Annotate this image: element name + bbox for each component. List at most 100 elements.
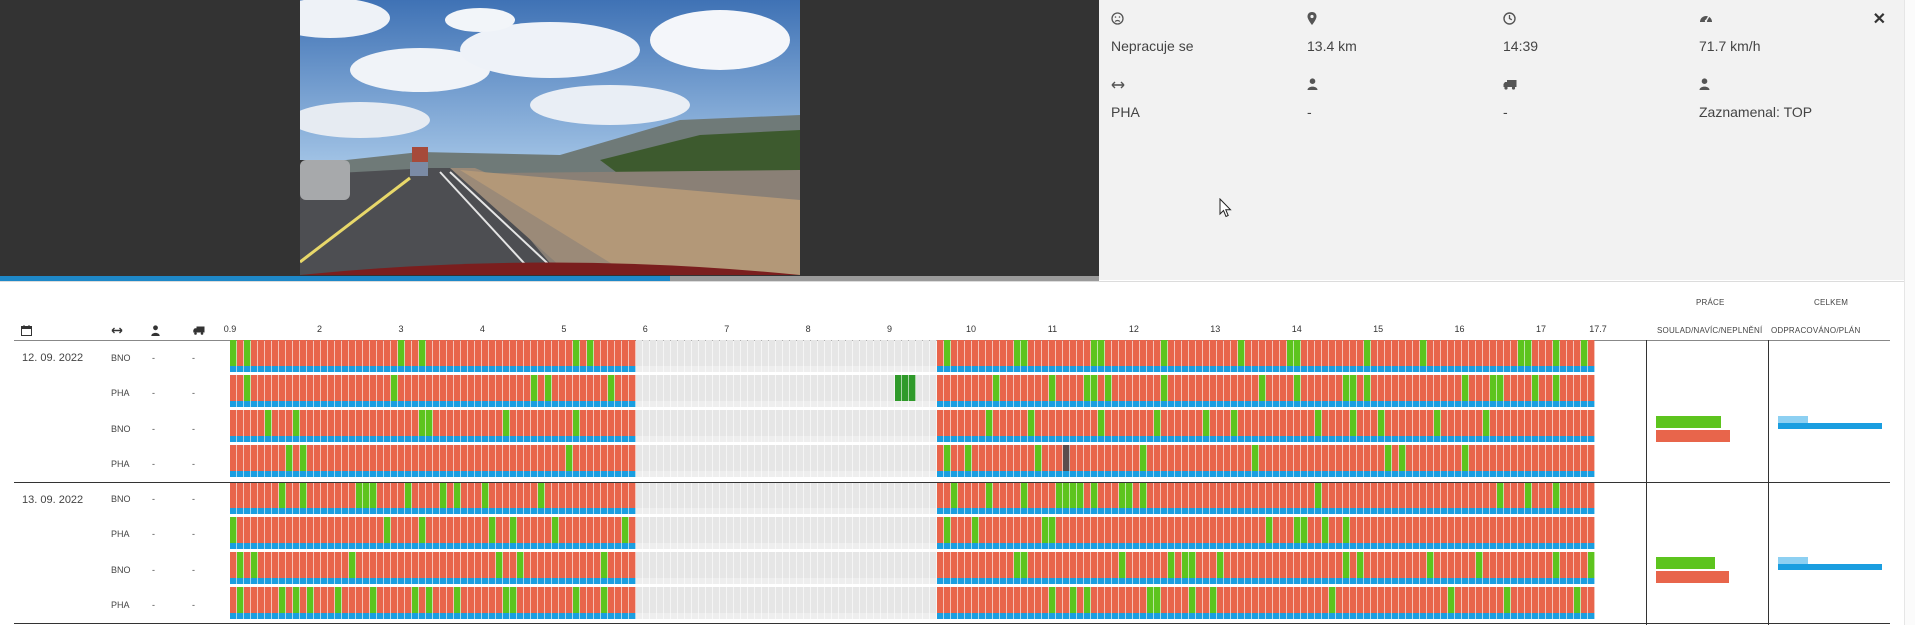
timeline-cell-base bbox=[489, 578, 496, 584]
timeline-cell bbox=[468, 410, 475, 436]
timeline-cell-base bbox=[951, 366, 958, 372]
timeline-cell-base bbox=[853, 471, 860, 477]
timeline-cell bbox=[1266, 445, 1273, 471]
timeline-cell bbox=[615, 445, 622, 471]
timeline-cell bbox=[713, 517, 720, 543]
timeline-cell-base bbox=[1168, 543, 1175, 549]
timeline-cell bbox=[363, 375, 370, 401]
timeline-cell bbox=[510, 552, 517, 578]
timeline-cell bbox=[1532, 482, 1539, 508]
timeline-cell-base bbox=[545, 366, 552, 372]
timeline-cell-base bbox=[1231, 366, 1238, 372]
timeline-cell-base bbox=[356, 401, 363, 407]
timeline-cell-base bbox=[615, 508, 622, 514]
timeline-cell bbox=[1294, 340, 1301, 366]
timeline-cell-base bbox=[881, 613, 888, 619]
timeline-cell bbox=[1070, 410, 1077, 436]
timeline-grid[interactable] bbox=[230, 340, 1598, 630]
dashcam-video[interactable] bbox=[300, 0, 800, 275]
timeline-cell bbox=[1364, 587, 1371, 613]
timeline-cell-base bbox=[1126, 366, 1133, 372]
timeline-cell-base bbox=[440, 578, 447, 584]
timeline-cell-base bbox=[1280, 471, 1287, 477]
timeline-cell bbox=[419, 552, 426, 578]
page-scrollbar[interactable] bbox=[1904, 0, 1915, 625]
timeline-cell bbox=[916, 552, 923, 578]
timeline-cell bbox=[1406, 482, 1413, 508]
timeline-cell-base bbox=[1273, 436, 1280, 442]
timeline-cell bbox=[433, 445, 440, 471]
timeline-cell bbox=[1140, 410, 1147, 436]
calendar-icon[interactable] bbox=[21, 325, 32, 339]
timeline-cell-base bbox=[671, 401, 678, 407]
timeline-cell bbox=[1245, 552, 1252, 578]
route-arrows-icon[interactable] bbox=[111, 326, 123, 338]
timeline-cell bbox=[888, 410, 895, 436]
timeline-cell-base bbox=[1028, 366, 1035, 372]
timeline-cell bbox=[846, 340, 853, 366]
close-icon[interactable]: ✕ bbox=[1873, 9, 1886, 29]
timeline-cell bbox=[734, 410, 741, 436]
timeline-cell-base bbox=[895, 578, 902, 584]
timeline-cell bbox=[769, 482, 776, 508]
timeline-cell-base bbox=[1140, 543, 1147, 549]
timeline-cell-base bbox=[1133, 471, 1140, 477]
timeline-cell-base bbox=[258, 543, 265, 549]
timeline-cell-base bbox=[790, 578, 797, 584]
timeline-cell bbox=[1476, 587, 1483, 613]
timeline-cell-base bbox=[559, 508, 566, 514]
timeline-cell bbox=[769, 445, 776, 471]
timeline-cell bbox=[650, 410, 657, 436]
timeline-cell-base bbox=[965, 578, 972, 584]
timeline-cell-base bbox=[881, 366, 888, 372]
timeline-cell-base bbox=[279, 436, 286, 442]
timeline-cell bbox=[902, 482, 909, 508]
timeline-cell bbox=[405, 517, 412, 543]
timeline-cell bbox=[1084, 445, 1091, 471]
timeline-cell bbox=[1119, 552, 1126, 578]
timeline-cell bbox=[426, 552, 433, 578]
timeline-cell bbox=[923, 445, 930, 471]
timeline-cell-base bbox=[251, 401, 258, 407]
timeline-cell bbox=[944, 445, 951, 471]
timeline-cell-base bbox=[286, 471, 293, 477]
timeline-cell bbox=[552, 587, 559, 613]
timeline-cell-base bbox=[748, 508, 755, 514]
timeline-cell-base bbox=[328, 366, 335, 372]
timeline-cell bbox=[1532, 552, 1539, 578]
timeline-cell-base bbox=[1392, 436, 1399, 442]
timeline-cell bbox=[769, 587, 776, 613]
timeline-cell-base bbox=[1343, 578, 1350, 584]
timeline-cell-base bbox=[461, 471, 468, 477]
timeline-cell bbox=[1091, 552, 1098, 578]
timeline-cell-base bbox=[748, 366, 755, 372]
timeline-cell-base bbox=[1105, 543, 1112, 549]
timeline-cell-base bbox=[832, 543, 839, 549]
timeline-cell-base bbox=[755, 471, 762, 477]
timeline-cell-base bbox=[1420, 508, 1427, 514]
timeline-cell bbox=[762, 482, 769, 508]
timeline-cell-base bbox=[489, 508, 496, 514]
timeline-cell-base bbox=[923, 578, 930, 584]
timeline-cell bbox=[923, 517, 930, 543]
timeline-cell bbox=[1105, 375, 1112, 401]
timeline-cell-base bbox=[1014, 578, 1021, 584]
timeline-cell bbox=[524, 375, 531, 401]
timeline-cell bbox=[573, 587, 580, 613]
timeline-cell-base bbox=[1098, 613, 1105, 619]
clock-icon bbox=[1503, 12, 1693, 28]
timeline-cell-base bbox=[818, 471, 825, 477]
truck-icon[interactable] bbox=[193, 326, 205, 338]
timeline-cell-base bbox=[895, 508, 902, 514]
timeline-cell-base bbox=[1238, 366, 1245, 372]
timeline-cell bbox=[930, 410, 937, 436]
timeline-cell bbox=[965, 552, 972, 578]
timeline-cell-base bbox=[972, 366, 979, 372]
timeline-cell bbox=[1196, 445, 1203, 471]
timeline-cell bbox=[538, 340, 545, 366]
timeline-cell-base bbox=[1084, 366, 1091, 372]
user-icon[interactable] bbox=[151, 325, 160, 339]
timeline-tick-label: 6 bbox=[642, 324, 648, 334]
timeline-cell bbox=[1273, 445, 1280, 471]
timeline-cell bbox=[699, 517, 706, 543]
